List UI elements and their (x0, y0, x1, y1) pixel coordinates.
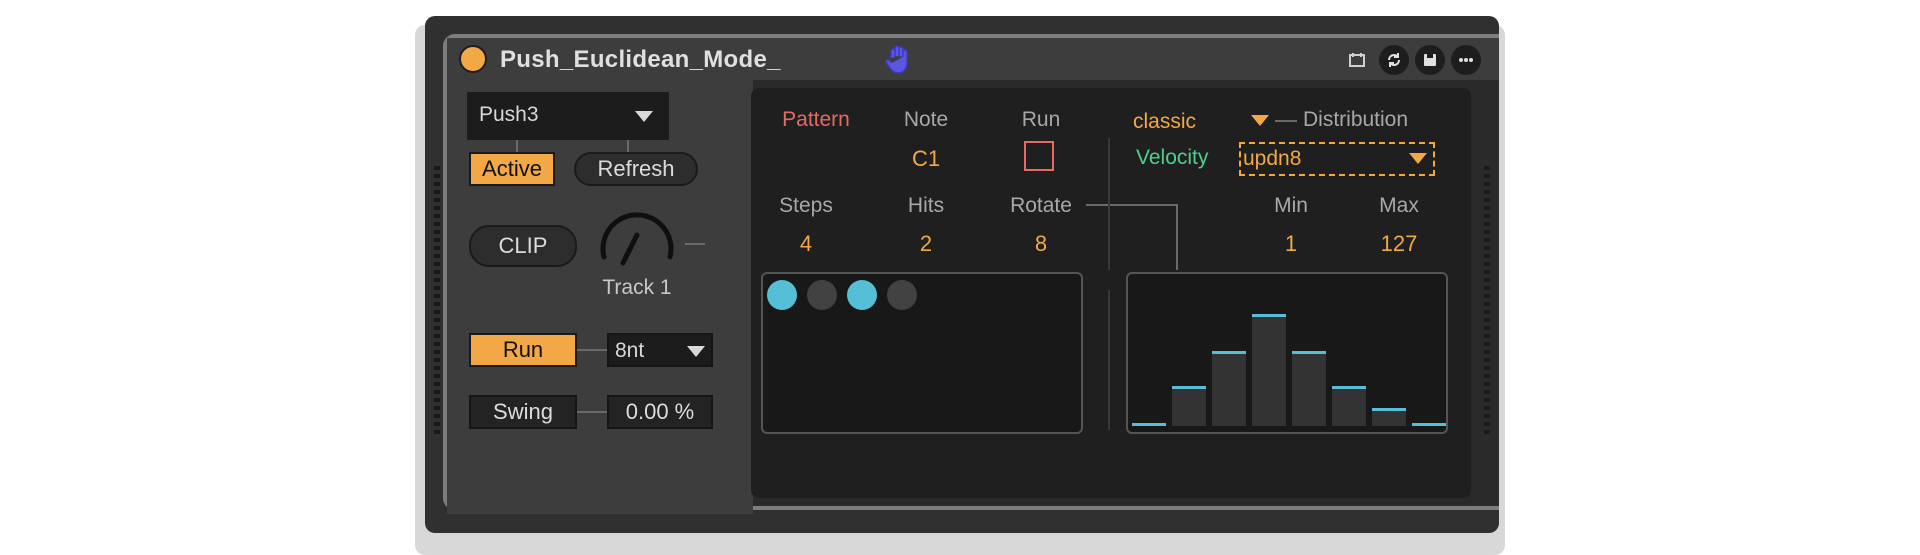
run-label: Run (1021, 108, 1061, 131)
steps-label: Steps (779, 194, 833, 217)
clip-button[interactable]: CLIP (469, 225, 577, 267)
chevron-down-icon (687, 346, 705, 357)
mode-dropdown-icon[interactable] (1251, 115, 1269, 126)
velocity-bar[interactable] (1412, 423, 1446, 426)
more-options-icon[interactable] (1451, 45, 1481, 75)
connector (577, 349, 607, 351)
hits-label: Hits (907, 194, 945, 217)
velocity-bar[interactable] (1132, 423, 1166, 426)
divider (1108, 290, 1110, 430)
chevron-down-icon (635, 111, 653, 122)
euclidean-panel: Pattern Note Run C1 Steps Hits Rotate 4 … (751, 88, 1471, 498)
device-title: Push_Euclidean_Mode_ (500, 46, 781, 73)
note-value[interactable]: C1 (881, 146, 971, 172)
step-on[interactable] (847, 280, 877, 310)
active-toggle[interactable]: Active (469, 152, 555, 186)
connector (627, 140, 629, 152)
step-on[interactable] (767, 280, 797, 310)
push-device-value: Push3 (479, 103, 539, 126)
velocity-bar[interactable] (1212, 351, 1246, 426)
swing-value-field[interactable]: 0.00 % (607, 395, 713, 429)
rate-dropdown[interactable]: 8nt (607, 333, 713, 367)
run-toggle[interactable]: Run (469, 333, 577, 367)
step-off[interactable] (887, 280, 917, 310)
velocity-bar[interactable] (1252, 314, 1286, 426)
connector (1176, 204, 1178, 270)
swing-button[interactable]: Swing (469, 395, 577, 429)
pattern-label: Pattern (782, 108, 850, 131)
mode-value[interactable]: classic (1133, 110, 1213, 134)
connector (1275, 120, 1297, 122)
hand-icon (885, 45, 908, 74)
max-label: Max (1379, 194, 1419, 217)
velocity-bar[interactable] (1172, 386, 1206, 426)
control-panel: Push3 Active Refresh CLIP Track 1 Run 8n… (447, 80, 753, 514)
track-knob[interactable] (589, 195, 685, 281)
connector (577, 411, 607, 413)
connector (1086, 204, 1178, 206)
velocity-distribution-display[interactable] (1126, 272, 1448, 434)
distribution-label: Distribution (1303, 108, 1409, 131)
steps-value[interactable]: 4 (761, 231, 851, 257)
velocity-select-value: updn8 (1243, 147, 1302, 170)
run-checkbox[interactable] (1024, 141, 1054, 171)
connector (516, 140, 518, 152)
rotate-label: Rotate (1010, 194, 1072, 217)
min-label: Min (1274, 194, 1308, 217)
rotate-value[interactable]: 8 (996, 231, 1086, 257)
velocity-dropdown[interactable]: updn8 (1239, 142, 1435, 176)
track-label: Track 1 (602, 276, 672, 299)
refresh-button[interactable]: Refresh (574, 152, 698, 186)
chevron-down-icon (1409, 153, 1427, 164)
right-grip-strip (1484, 166, 1490, 436)
velocity-bar[interactable] (1332, 386, 1366, 426)
note-label: Note (903, 108, 949, 131)
max-value[interactable]: 127 (1369, 231, 1429, 257)
title-bar: Push_Euclidean_Mode_ (447, 38, 1499, 80)
velocity-bar[interactable] (1372, 408, 1406, 426)
hits-value[interactable]: 2 (881, 231, 971, 257)
device-power-button[interactable] (459, 45, 487, 73)
rate-value: 8nt (615, 339, 645, 362)
velocity-bar[interactable] (1292, 351, 1326, 426)
hot-swap-icon[interactable] (1379, 45, 1409, 75)
left-grip-strip (434, 166, 440, 436)
device-container: Push_Euclidean_Mode_ Push3 Active Refres… (425, 16, 1499, 533)
map-icon[interactable] (1342, 45, 1372, 75)
velocity-label: Velocity (1136, 146, 1209, 169)
divider (1108, 138, 1110, 270)
push-device-dropdown[interactable]: Push3 (467, 92, 669, 140)
min-value[interactable]: 1 (1261, 231, 1321, 257)
step-pattern-display[interactable] (761, 272, 1083, 434)
step-off[interactable] (807, 280, 837, 310)
connector (685, 243, 705, 245)
save-icon[interactable] (1415, 45, 1445, 75)
